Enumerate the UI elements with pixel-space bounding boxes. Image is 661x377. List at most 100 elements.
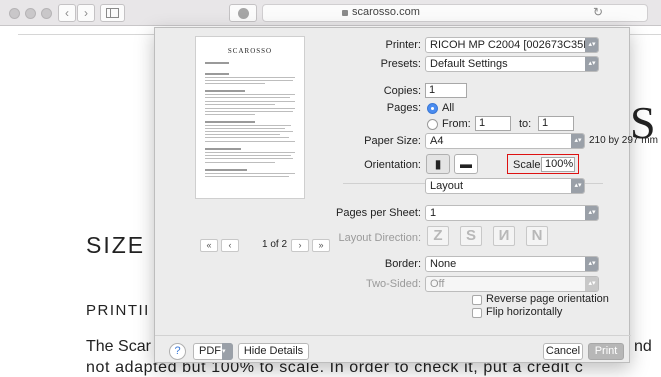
browser-toolbar: ‹ › scarosso.com ↻ bbox=[0, 0, 661, 26]
privacy-shield-button[interactable] bbox=[229, 4, 257, 22]
scale-input[interactable]: 100% bbox=[541, 157, 575, 172]
printer-value: RICOH MP C2004 [002673C35FB9] bbox=[430, 39, 599, 51]
chevron-down-icon: ▾ bbox=[222, 343, 233, 360]
paper-size-label: Paper Size: bbox=[364, 135, 421, 147]
preview-line bbox=[205, 77, 295, 78]
updown-arrow-icon: ▴▾ bbox=[585, 257, 598, 271]
two-sided-value: Off bbox=[430, 278, 445, 290]
preview-line bbox=[205, 131, 293, 132]
body-text-line-1: The Scar bbox=[86, 338, 151, 355]
close-window-button[interactable] bbox=[9, 8, 20, 19]
preview-line bbox=[205, 162, 275, 163]
preview-line bbox=[205, 176, 289, 177]
zoom-window-button[interactable] bbox=[41, 8, 52, 19]
reverse-orientation-checkbox[interactable] bbox=[472, 295, 482, 305]
preview-line bbox=[205, 137, 289, 138]
section-value: Layout bbox=[430, 180, 464, 192]
copies-input[interactable]: 1 bbox=[425, 83, 467, 98]
preview-line bbox=[205, 114, 255, 115]
printer-select[interactable]: RICOH MP C2004 [002673C35FB9] ▴▾ bbox=[425, 37, 599, 53]
shield-icon bbox=[238, 8, 249, 19]
reverse-orientation-label: Reverse page orientation bbox=[486, 293, 609, 305]
next-page-button[interactable]: › bbox=[291, 239, 309, 252]
previous-page-button[interactable]: ‹ bbox=[221, 239, 239, 252]
preview-line bbox=[205, 80, 293, 81]
layout-direction-n-reverse-button[interactable]: И bbox=[493, 226, 515, 246]
preview-line bbox=[205, 158, 293, 159]
footer-separator bbox=[155, 335, 631, 336]
layout-direction-z-button[interactable]: Z bbox=[427, 226, 449, 246]
sidebar-icon bbox=[106, 8, 119, 18]
two-sided-select[interactable]: Off ▴▾ bbox=[425, 276, 599, 292]
hide-details-button[interactable]: Hide Details bbox=[238, 343, 309, 360]
pages-label: Pages: bbox=[386, 102, 421, 114]
pages-range-radio[interactable] bbox=[427, 119, 438, 130]
lock-icon bbox=[342, 10, 348, 16]
chevron-left-icon: ‹ bbox=[65, 6, 69, 20]
pages-to-input[interactable]: 1 bbox=[538, 116, 574, 131]
flip-horizontally-checkbox[interactable] bbox=[472, 308, 482, 318]
pdf-label: PDF bbox=[199, 345, 221, 357]
pages-all-radio[interactable] bbox=[427, 103, 438, 114]
preview-line bbox=[205, 148, 241, 150]
print-section-select[interactable]: Layout ▴▾ bbox=[425, 178, 585, 194]
help-button[interactable]: ? bbox=[169, 343, 186, 360]
paper-size-select[interactable]: A4 ▴▾ bbox=[425, 133, 585, 149]
url-text: scarosso.com bbox=[352, 6, 420, 18]
reload-icon[interactable]: ↻ bbox=[593, 5, 603, 19]
preview-line bbox=[205, 104, 275, 105]
copies-label: Copies: bbox=[383, 85, 421, 97]
sidebar-button[interactable] bbox=[100, 4, 125, 22]
chevron-left-icon: ‹ bbox=[228, 240, 232, 250]
body-text-line-1-end: nd bbox=[634, 338, 652, 355]
pages-to-label: to: bbox=[519, 118, 532, 130]
layout-n-reverse-icon: И bbox=[498, 227, 510, 244]
paper-size-dimensions: 210 by 297 mm bbox=[589, 135, 658, 146]
preview-logo: SCAROSSO bbox=[227, 47, 273, 55]
back-button[interactable]: ‹ bbox=[58, 4, 76, 22]
first-page-button[interactable]: « bbox=[200, 239, 218, 252]
pdf-menu-button[interactable]: PDF ▾ bbox=[193, 343, 233, 360]
pages-all-label: All bbox=[442, 102, 455, 114]
double-chevron-left-icon: « bbox=[206, 240, 212, 250]
minimize-window-button[interactable] bbox=[25, 8, 36, 19]
preview-line bbox=[205, 73, 229, 75]
pages-from-input[interactable]: 1 bbox=[475, 116, 511, 131]
cancel-button[interactable]: Cancel bbox=[543, 343, 583, 360]
layout-direction-s-button[interactable]: S bbox=[460, 226, 482, 246]
chevron-right-icon: › bbox=[298, 240, 302, 250]
preview-line bbox=[205, 134, 280, 135]
updown-arrow-icon: ▴▾ bbox=[571, 179, 584, 193]
printing-heading: PRINTII bbox=[86, 302, 150, 319]
scale-label: Scale: bbox=[513, 159, 544, 171]
layout-z-icon: Z bbox=[433, 227, 443, 244]
page-count-label: 1 of 2 bbox=[262, 239, 288, 250]
presets-select[interactable]: Default Settings ▴▾ bbox=[425, 56, 599, 72]
layout-direction-n-button[interactable]: N bbox=[526, 226, 548, 246]
print-dialog: SCAROSSO « ‹ 1 of 2 › » Printer: RICOH M… bbox=[154, 27, 658, 363]
printer-label: Printer: bbox=[385, 39, 421, 51]
flip-horizontally-label: Flip horizontally bbox=[486, 306, 563, 318]
preview-line bbox=[205, 125, 291, 126]
forward-button[interactable]: › bbox=[77, 4, 95, 22]
pages-per-sheet-select[interactable]: 1 ▴▾ bbox=[425, 205, 599, 221]
chevron-right-icon: › bbox=[84, 6, 88, 20]
orientation-label: Orientation: bbox=[364, 159, 421, 171]
last-page-button[interactable]: » bbox=[312, 239, 330, 252]
double-chevron-right-icon: » bbox=[318, 240, 324, 250]
preview-line bbox=[205, 155, 291, 156]
portrait-orientation-button[interactable]: ▮ bbox=[426, 154, 450, 174]
address-bar[interactable]: scarosso.com ↻ bbox=[262, 4, 648, 22]
print-button[interactable]: Print bbox=[588, 343, 624, 360]
pages-from-label: From: bbox=[442, 118, 471, 130]
updown-arrow-icon: ▴▾ bbox=[585, 57, 598, 71]
landscape-orientation-button[interactable]: ▬ bbox=[454, 154, 478, 174]
preview-line bbox=[205, 97, 290, 98]
layout-s-icon: S bbox=[465, 227, 476, 244]
preview-line bbox=[205, 94, 295, 95]
preview-line bbox=[205, 111, 293, 112]
preview-line bbox=[205, 62, 229, 64]
preview-line bbox=[205, 108, 295, 109]
border-select[interactable]: None ▴▾ bbox=[425, 256, 599, 272]
two-sided-label: Two-Sided: bbox=[365, 278, 421, 290]
